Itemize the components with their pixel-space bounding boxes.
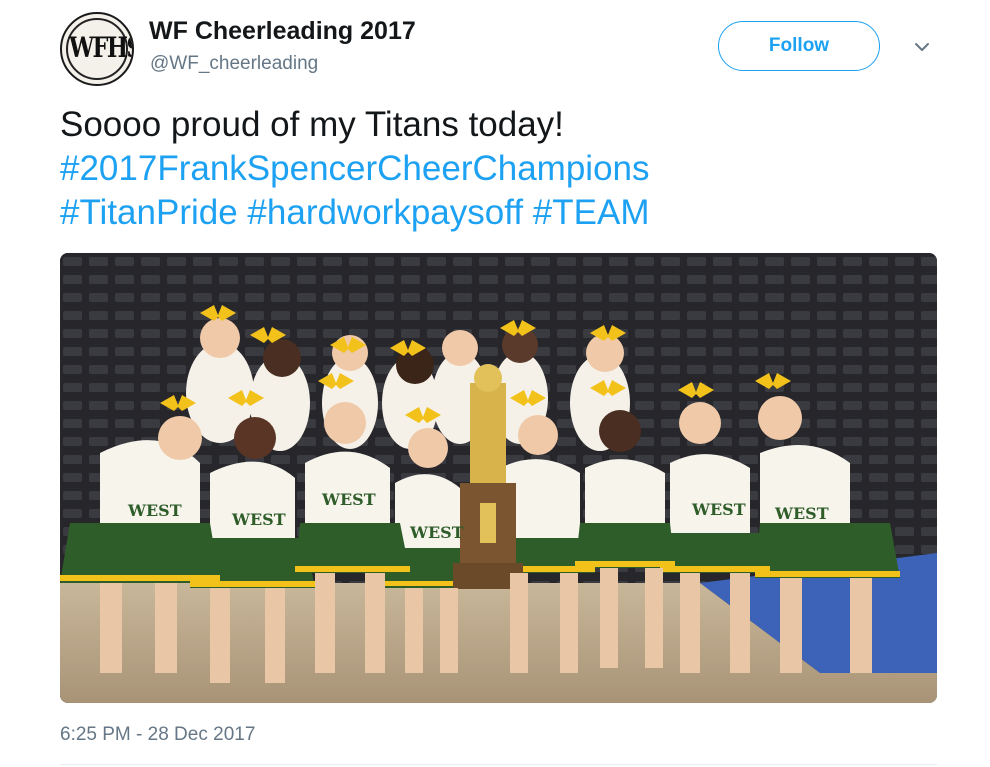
follow-button[interactable]: Follow — [718, 21, 880, 71]
tweet-text: Soooo proud of my Titans today! #2017Fra… — [60, 103, 950, 235]
uniform-lettering: WEST — [231, 510, 286, 529]
tweet-text-line: #2017FrankSpencerCheerChampions — [60, 147, 950, 191]
tweet-card: WFHS WF Cheerleading 2017 @WF_cheerleadi… — [0, 0, 990, 767]
uniform-lettering: WEST — [691, 500, 746, 519]
uniform-lettering: WEST — [409, 523, 464, 542]
tweet-timestamp[interactable]: 6:25 PM - 28 Dec 2017 — [60, 724, 255, 746]
hashtag-link[interactable]: #2017FrankSpencerCheerChampions — [60, 149, 650, 188]
hashtag-link[interactable]: #TEAM — [533, 193, 650, 232]
uniform-lettering: WEST — [774, 504, 829, 523]
avatar[interactable]: WFHS — [60, 12, 134, 86]
uniform-lettering: WEST — [321, 490, 376, 509]
user-handle[interactable]: @WF_cheerleading — [150, 53, 318, 75]
tweet-text-line: #TitanPride #hardworkpaysoff #TEAM — [60, 191, 950, 235]
avatar-logo-text: WFHS — [69, 31, 134, 64]
divider — [60, 764, 937, 765]
chevron-down-icon[interactable] — [911, 36, 933, 58]
tweet-plain-text: Soooo proud of my Titans today! — [60, 105, 564, 144]
hashtag-link[interactable]: #TitanPride — [60, 193, 238, 232]
display-name[interactable]: WF Cheerleading 2017 — [149, 17, 416, 46]
tweet-photo[interactable]: WEST WEST WEST WEST WEST WEST — [60, 253, 937, 703]
uniform-lettering: WEST — [127, 501, 182, 520]
tweet-text-line: Soooo proud of my Titans today! — [60, 103, 950, 147]
hashtag-link[interactable]: #hardworkpaysoff — [247, 193, 523, 232]
cheer-team-photo: WEST WEST WEST WEST WEST WEST — [60, 253, 937, 703]
